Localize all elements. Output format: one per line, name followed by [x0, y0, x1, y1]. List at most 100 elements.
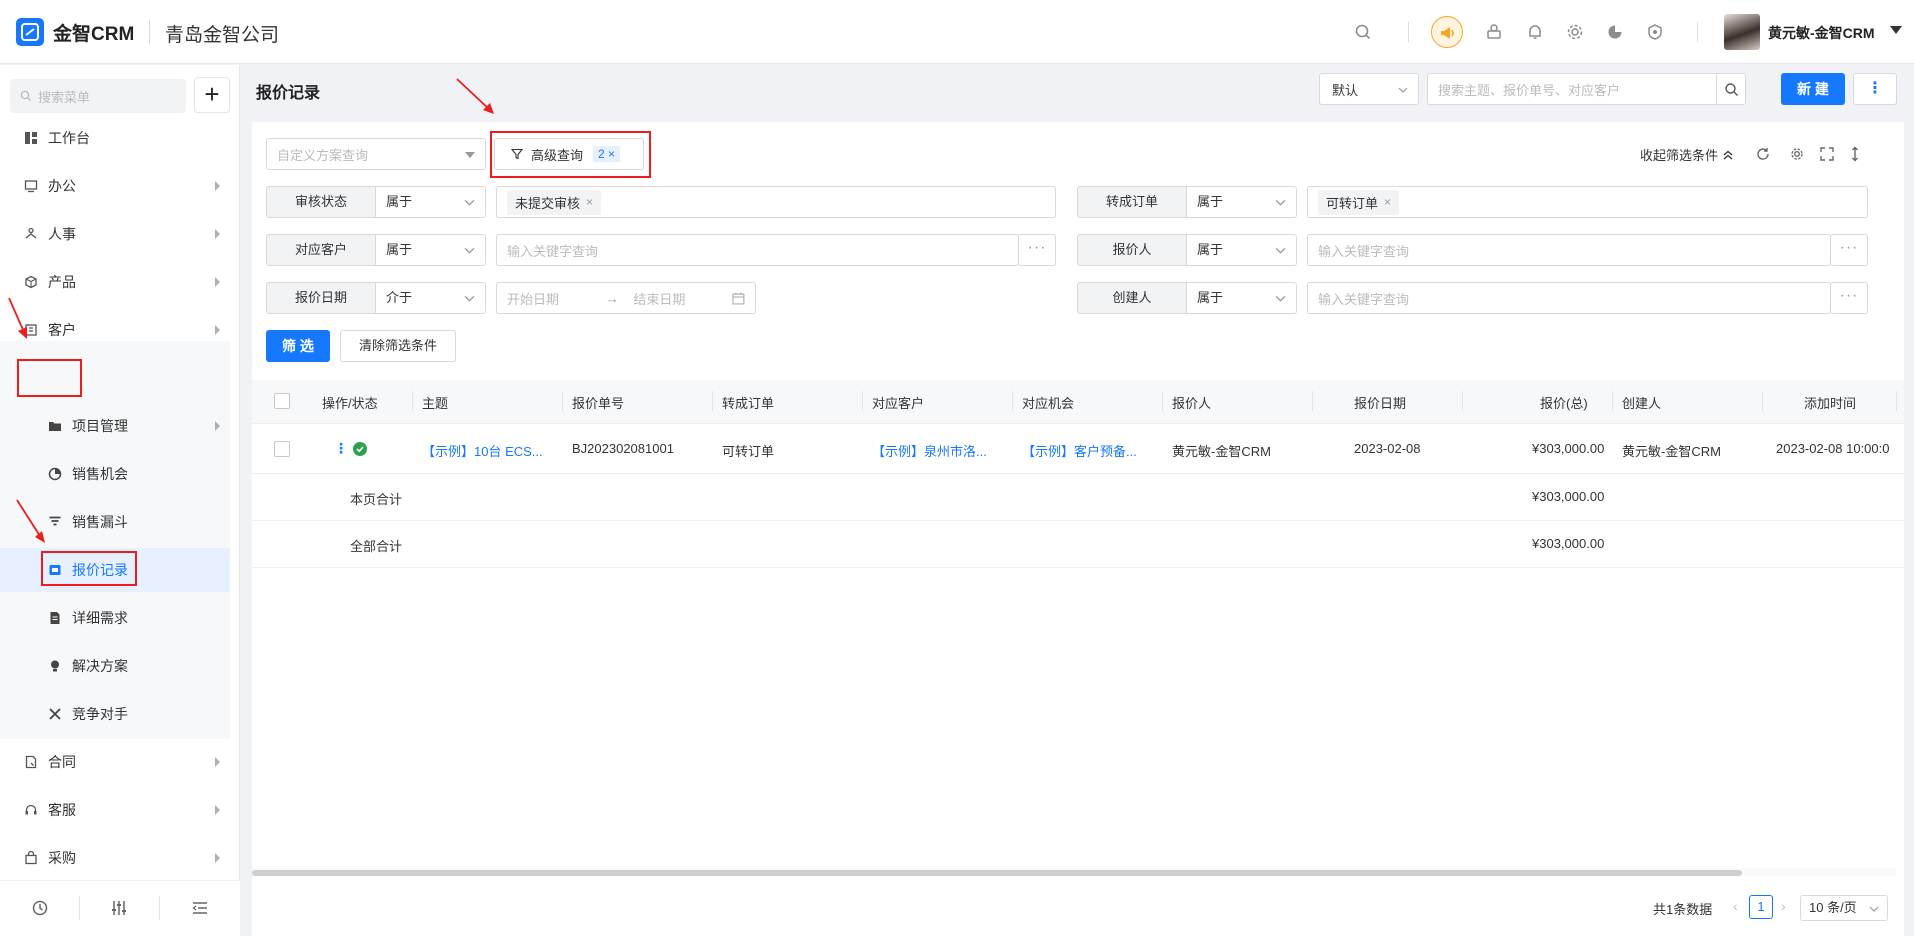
gear-icon[interactable]	[1564, 21, 1586, 43]
filter-value-creator[interactable]: 输入关键字查询	[1307, 282, 1831, 314]
company-name[interactable]: 青岛金智公司	[165, 20, 279, 47]
sidebar-item-service[interactable]: 客服	[0, 788, 230, 832]
sidebar-subitem-requirements[interactable]: 详细需求	[0, 596, 230, 640]
column-header[interactable]: 主题	[422, 393, 448, 412]
column-header[interactable]: 对应机会	[1022, 393, 1074, 412]
caret-down-icon[interactable]	[1890, 26, 1902, 34]
filter-value-customer[interactable]: 输入关键字查询	[496, 234, 1019, 266]
column-header[interactable]: 对应客户	[872, 393, 924, 412]
caret-down-icon	[465, 152, 475, 158]
collapse-menu-icon[interactable]	[190, 898, 210, 918]
sidebar-item-product[interactable]: 产品	[0, 260, 230, 304]
chevron-down-icon	[1869, 906, 1879, 912]
sidebar-item-label: 合同	[48, 754, 76, 770]
approved-status-icon	[353, 442, 367, 456]
sidebar-item-workbench[interactable]: 工作台	[0, 116, 230, 160]
row-actions-icon[interactable]: ⋮	[334, 440, 348, 457]
row-checkbox[interactable]	[274, 441, 290, 457]
more-options-button[interactable]: ⋮	[1853, 73, 1897, 105]
monitor-icon	[24, 179, 38, 193]
user-name[interactable]: 黄元敏-金智CRM	[1768, 23, 1875, 43]
sidebar-subitem-solution[interactable]: 解决方案	[0, 644, 230, 688]
announcement-icon[interactable]	[1431, 16, 1463, 48]
column-header[interactable]: 报价日期	[1354, 393, 1406, 412]
column-header[interactable]: 报价(总)	[1540, 393, 1588, 412]
search-button[interactable]	[1716, 73, 1746, 105]
filter-tag[interactable]: 可转订单 ×	[1318, 189, 1400, 215]
menu-search-input[interactable]: 搜索菜单	[10, 79, 186, 113]
close-icon[interactable]: ×	[586, 195, 593, 209]
chevron-right-icon	[215, 421, 220, 431]
column-header[interactable]: 报价人	[1172, 393, 1211, 412]
avatar[interactable]	[1724, 14, 1760, 50]
page-size-select[interactable]: 10 条/页	[1800, 895, 1888, 921]
sidebar-subitem-competitor[interactable]: 竞争对手	[0, 692, 230, 736]
sliders-icon[interactable]	[109, 898, 129, 918]
clear-filters-button[interactable]: 清除筛选条件	[340, 330, 456, 362]
filter-op-review-status[interactable]: 属于	[376, 186, 486, 218]
column-header[interactable]: 转成订单	[722, 393, 774, 412]
shield-icon[interactable]	[1644, 21, 1666, 43]
row-customer-link[interactable]: 【示例】泉州市洛...	[872, 441, 987, 460]
sidebar-item-hr[interactable]: 人事	[0, 212, 230, 256]
close-icon[interactable]: ×	[1384, 195, 1391, 209]
apply-filter-button[interactable]: 筛 选	[266, 330, 330, 362]
filter-op-creator[interactable]: 属于	[1187, 282, 1297, 314]
settings-icon[interactable]	[1789, 146, 1805, 162]
row-height-icon[interactable]	[1847, 146, 1863, 162]
prev-page-icon[interactable]: ‹	[1733, 898, 1738, 914]
row-convert-order: 可转订单	[722, 444, 775, 459]
logo-icon[interactable]	[16, 18, 44, 46]
horizontal-scrollbar-thumb[interactable]	[252, 870, 1742, 876]
scheme-select[interactable]: 自定义方案查询	[266, 138, 486, 170]
record-search-input[interactable]: 搜索主题、报价单号、对应客户	[1427, 73, 1717, 105]
filter-op-convert-order[interactable]: 属于	[1187, 186, 1297, 218]
collapse-filters-label: 收起筛选条件	[1640, 148, 1719, 163]
collapse-filters-toggle[interactable]: 收起筛选条件	[1640, 145, 1734, 164]
row-subject-link[interactable]: 【示例】10台 ECS...	[422, 441, 543, 460]
footer-divider	[159, 896, 160, 920]
column-header[interactable]: 报价单号	[572, 393, 624, 412]
filter-value-convert-order[interactable]: 可转订单 ×	[1307, 186, 1868, 218]
calendar-icon	[732, 292, 745, 304]
filter-op-quoter[interactable]: 属于	[1187, 234, 1297, 266]
contacts-icon[interactable]	[1483, 21, 1505, 43]
sidebar-subitem-opportunity[interactable]: 销售机会	[0, 452, 230, 496]
add-menu-button[interactable]: +	[194, 77, 230, 113]
select-all-checkbox[interactable]	[274, 393, 290, 409]
org-icon	[24, 227, 38, 241]
filter-value-quoter[interactable]: 输入关键字查询	[1307, 234, 1831, 266]
filter-tag[interactable]: 未提交审核 ×	[507, 189, 602, 215]
sidebar-subitem-project[interactable]: 项目管理	[0, 404, 230, 448]
fullscreen-icon[interactable]	[1819, 146, 1835, 162]
page-number-button[interactable]: 1	[1749, 895, 1773, 919]
funnel-icon	[48, 515, 62, 529]
chevron-down-icon	[1398, 87, 1408, 93]
history-icon[interactable]	[30, 898, 50, 918]
sidebar-item-purchase[interactable]: 采购	[0, 836, 230, 880]
search-icon[interactable]	[1352, 21, 1374, 43]
chevron-down-icon	[464, 295, 475, 302]
filter-value-review-status[interactable]: 未提交审核 ×	[496, 186, 1056, 218]
customer-picker-button[interactable]: ···	[1018, 234, 1056, 266]
chevron-right-icon	[215, 325, 220, 335]
row-opportunity-link[interactable]: 【示例】客户预备...	[1022, 441, 1137, 460]
refresh-icon[interactable]	[1755, 146, 1771, 162]
chevron-right-icon	[215, 277, 220, 287]
view-select[interactable]: 默认	[1319, 73, 1419, 105]
footer-divider	[79, 896, 80, 920]
new-button[interactable]: 新 建	[1781, 73, 1845, 105]
filter-op-customer[interactable]: 属于	[376, 234, 486, 266]
date-range-picker[interactable]: 开始日期 → 结束日期	[496, 282, 756, 314]
sidebar-item-office[interactable]: 办公	[0, 164, 230, 208]
creator-picker-button[interactable]: ···	[1830, 282, 1868, 314]
next-page-icon[interactable]: ›	[1781, 898, 1786, 914]
filter-op-quote-date[interactable]: 介于	[376, 282, 486, 314]
pie-chart-icon[interactable]	[1604, 21, 1626, 43]
column-header[interactable]: 添加时间	[1804, 393, 1856, 412]
column-header[interactable]: 创建人	[1622, 393, 1661, 412]
bell-icon[interactable]	[1524, 21, 1546, 43]
quoter-picker-button[interactable]: ···	[1830, 234, 1868, 266]
sidebar-item-contract[interactable]: 合同	[0, 740, 230, 784]
scheme-placeholder: 自定义方案查询	[277, 147, 369, 163]
